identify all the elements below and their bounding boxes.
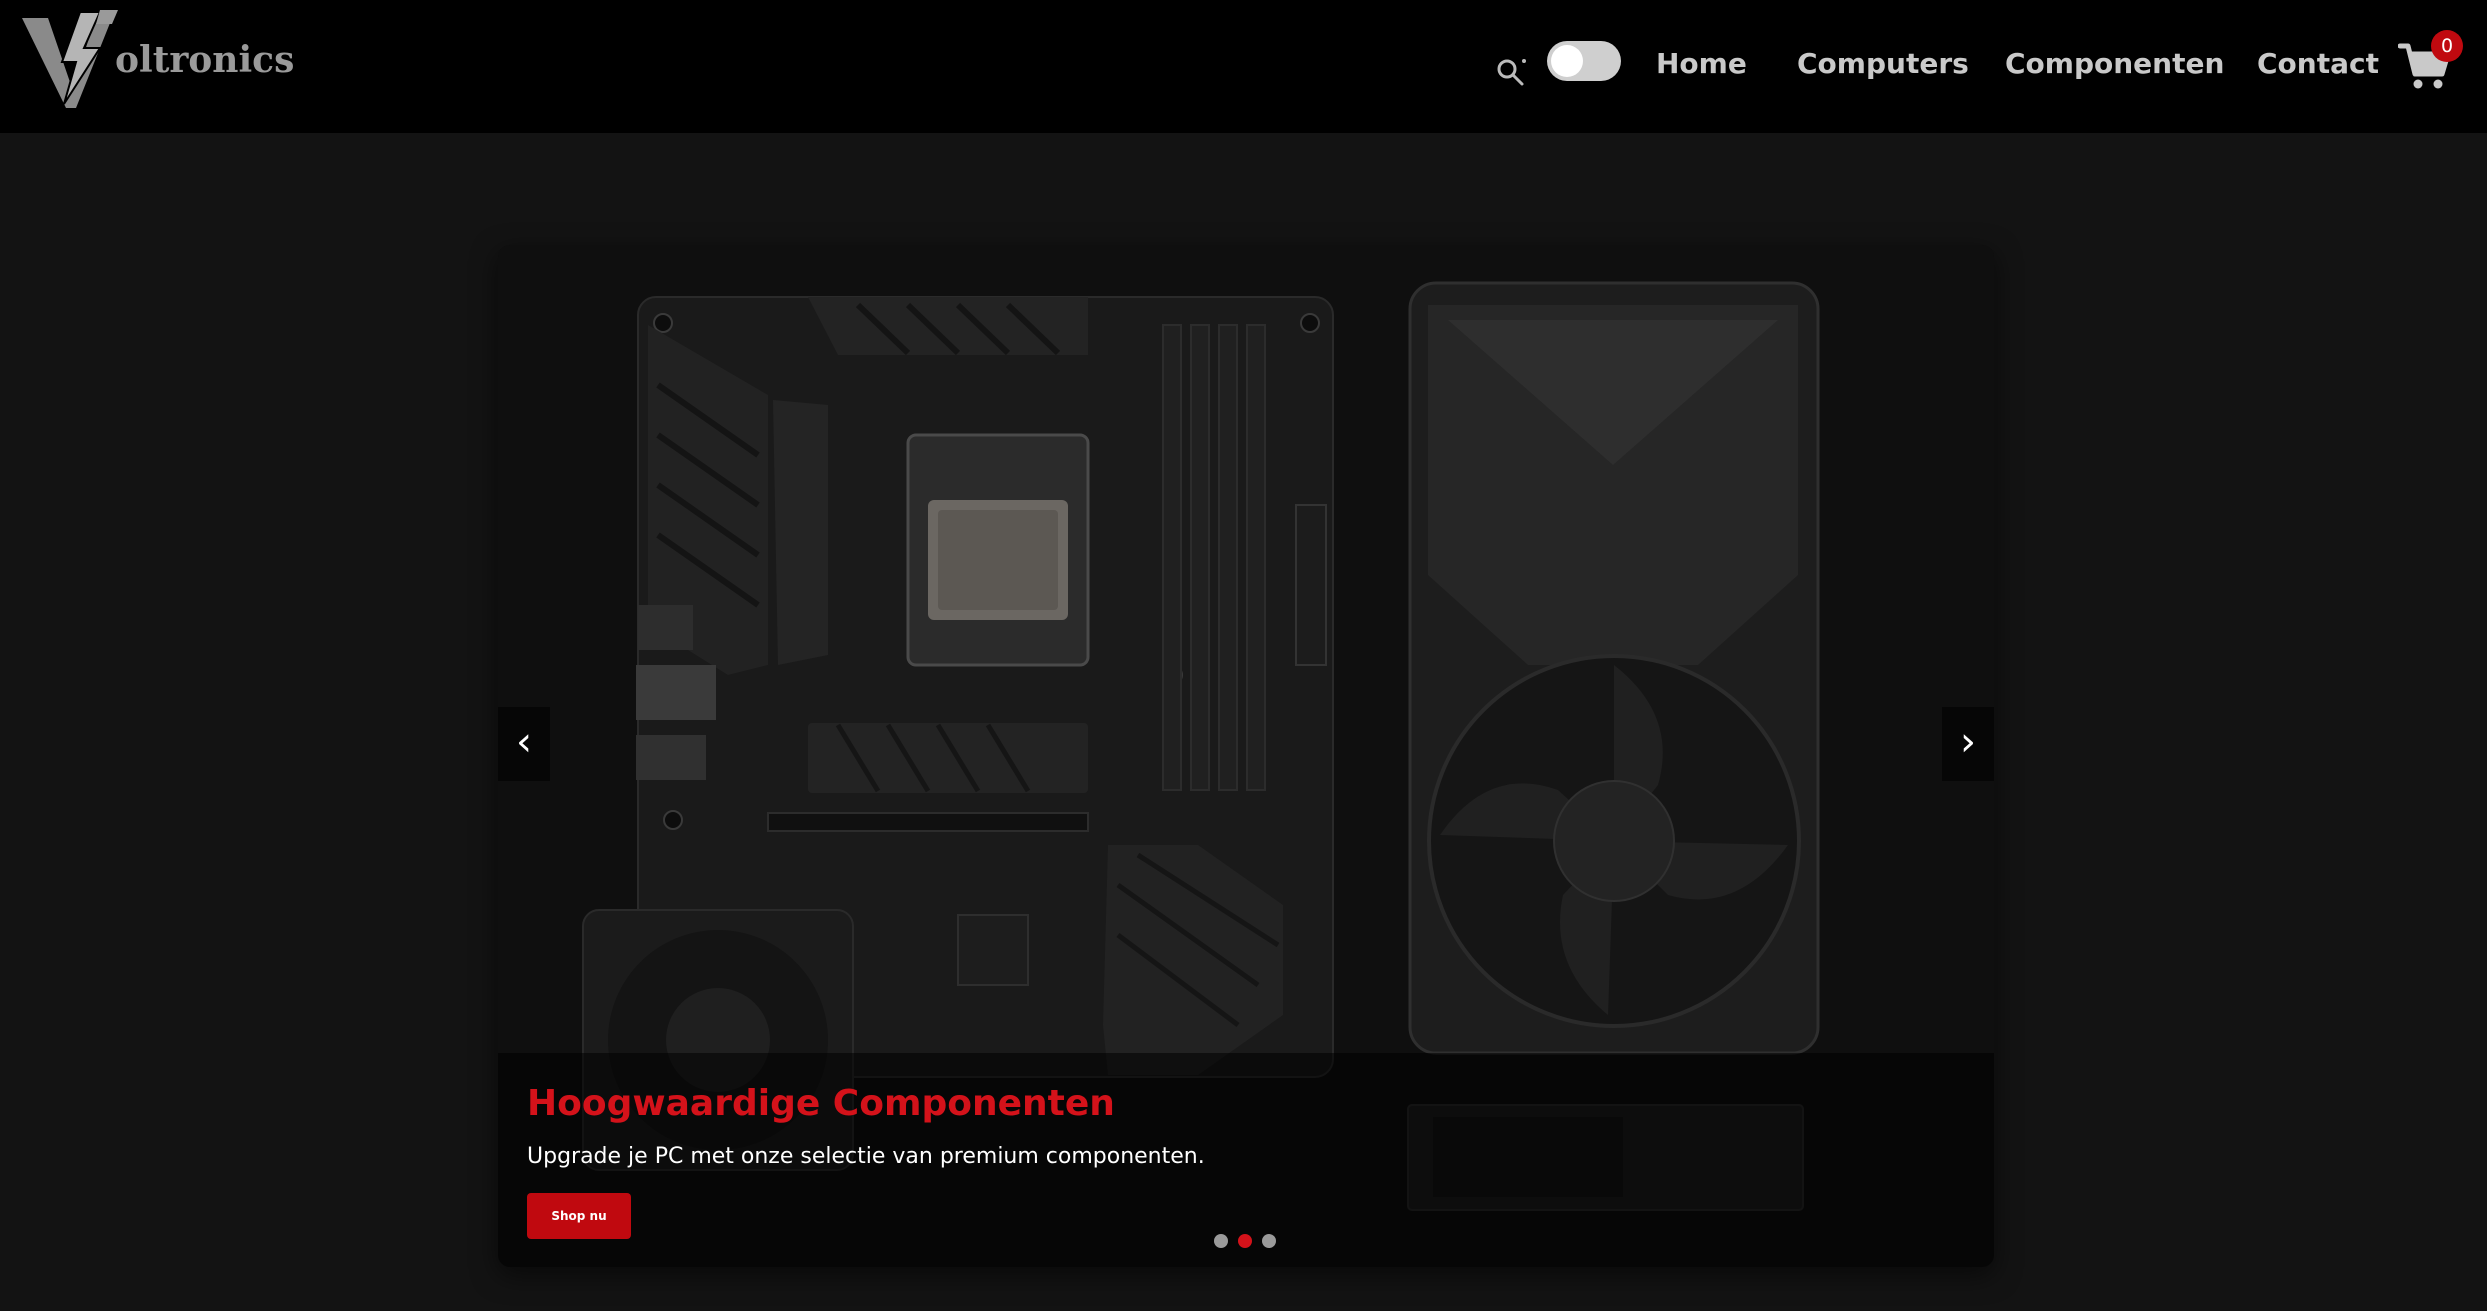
nav-home[interactable]: Home <box>1656 44 1747 84</box>
carousel-indicators <box>1214 1234 1282 1252</box>
search-icon[interactable] <box>1496 58 1526 88</box>
carousel-dot-1[interactable] <box>1214 1234 1228 1248</box>
theme-toggle[interactable] <box>1547 41 1621 81</box>
nav-contact[interactable]: Contact <box>2257 44 2379 84</box>
slide-title: Hoogwaardige Componenten <box>527 1083 1115 1124</box>
shop-now-button[interactable]: Shop nu <box>527 1193 631 1239</box>
toggle-knob <box>1551 45 1583 77</box>
hero-carousel: Hoogwaardige Componenten Upgrade je PC m… <box>498 245 1994 1267</box>
carousel-next-button[interactable]: › <box>1942 707 1994 781</box>
voltronics-logo[interactable]: oltronics <box>20 8 310 113</box>
carousel-dot-2[interactable] <box>1238 1234 1252 1248</box>
nav-componenten[interactable]: Componenten <box>2005 44 2224 84</box>
cart-count-badge: 0 <box>2431 30 2463 62</box>
carousel-dot-3[interactable] <box>1262 1234 1276 1248</box>
carousel-prev-button[interactable]: ‹ <box>498 707 550 781</box>
slide-description: Upgrade je PC met onze selectie van prem… <box>527 1144 1205 1169</box>
cart-button[interactable]: 0 <box>2398 30 2463 90</box>
voltronics-logo-graphic: oltronics <box>22 10 294 108</box>
site-header: oltronics Home Computers Componenten Con… <box>0 0 2487 133</box>
logo-wordmark: oltronics <box>115 39 294 81</box>
nav-computers[interactable]: Computers <box>1797 44 1969 84</box>
